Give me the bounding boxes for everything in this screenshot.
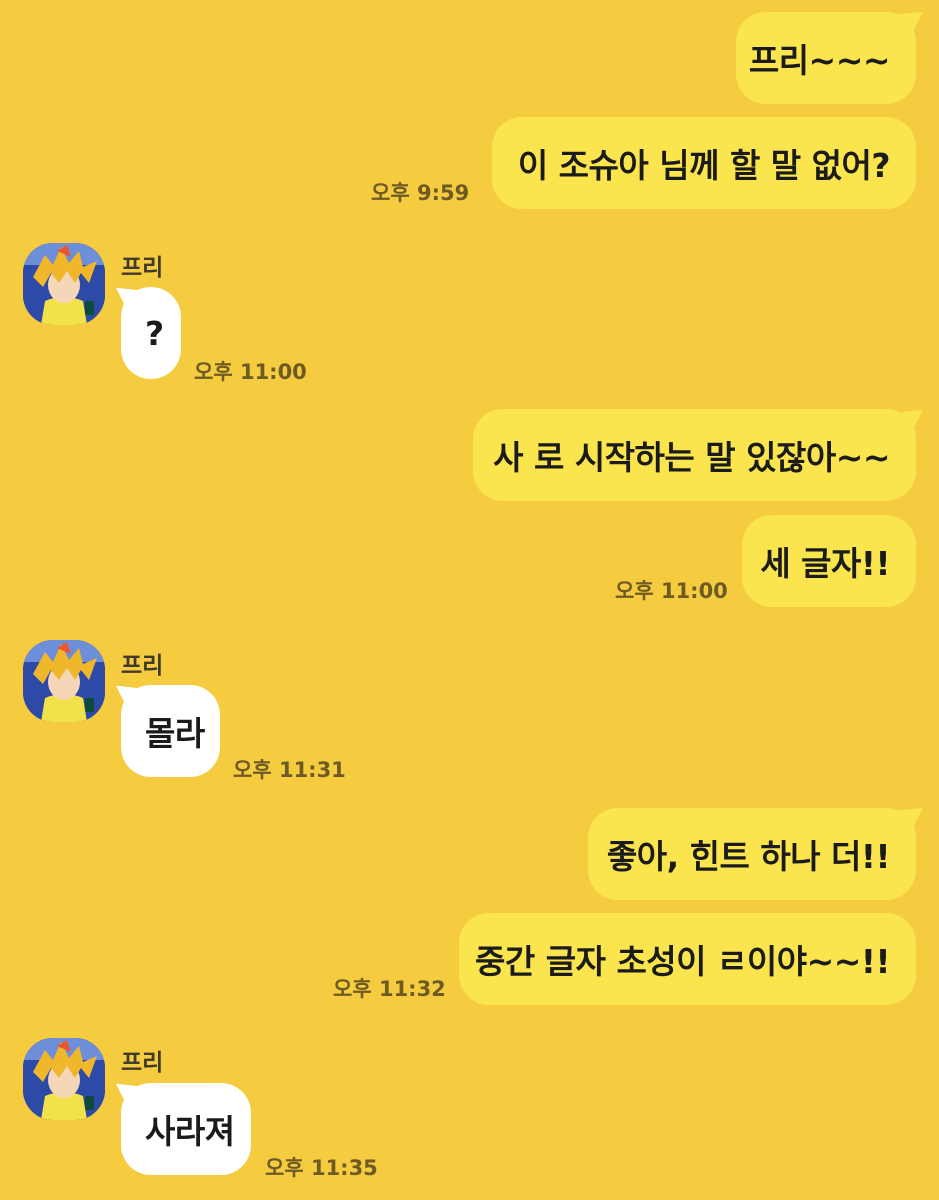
message-text: 좋아, 힌트 하나 더!! [606,837,891,876]
message-text: ? [145,313,164,353]
message-timestamp: 오후 11:00 [194,360,307,384]
message-text: 프리~~~ [748,41,891,80]
anime-character-avatar-icon [23,640,105,722]
my-message-bubble[interactable]: 사 로 시작하는 말 있잖아~~ [473,409,916,501]
sender-name: 프리 [121,653,164,679]
my-message-bubble[interactable]: 좋아, 힌트 하나 더!! [588,808,916,900]
message-text: 몰라 [145,714,205,753]
anime-character-avatar-icon [23,243,105,325]
chat-log: 프리~~~ 이 조슈아 님께 할 말 없어? 오후 9:59 프리 ? 오후 1… [0,0,939,1200]
contact-avatar[interactable] [23,1038,105,1120]
contact-avatar[interactable] [23,243,105,325]
their-message-bubble[interactable]: 몰라 [121,685,220,777]
my-message-bubble[interactable]: 이 조슈아 님께 할 말 없어? [492,117,916,209]
message-text: 사 로 시작하는 말 있잖아~~ [493,438,890,477]
message-text: 중간 글자 초성이 ㄹ이야~~!! [475,942,890,981]
my-message-bubble[interactable]: 중간 글자 초성이 ㄹ이야~~!! [459,913,916,1005]
sender-name: 프리 [121,1050,164,1076]
message-text: 사라져 [145,1112,235,1151]
my-message-bubble[interactable]: 세 글자!! [742,515,916,607]
message-text: 세 글자!! [760,544,890,583]
their-message-bubble[interactable]: ? [121,287,181,379]
contact-avatar[interactable] [23,640,105,722]
sender-name: 프리 [121,255,164,281]
message-timestamp: 오후 9:59 [371,181,470,205]
their-message-bubble[interactable]: 사라져 [121,1083,251,1175]
my-message-bubble[interactable]: 프리~~~ [736,12,916,104]
message-timestamp: 오후 11:31 [233,758,346,782]
message-timestamp: 오후 11:32 [333,977,446,1001]
message-timestamp: 오후 11:35 [265,1156,378,1180]
message-timestamp: 오후 11:00 [615,579,728,603]
message-text: 이 조슈아 님께 할 말 없어? [517,146,891,185]
anime-character-avatar-icon [23,1038,105,1120]
